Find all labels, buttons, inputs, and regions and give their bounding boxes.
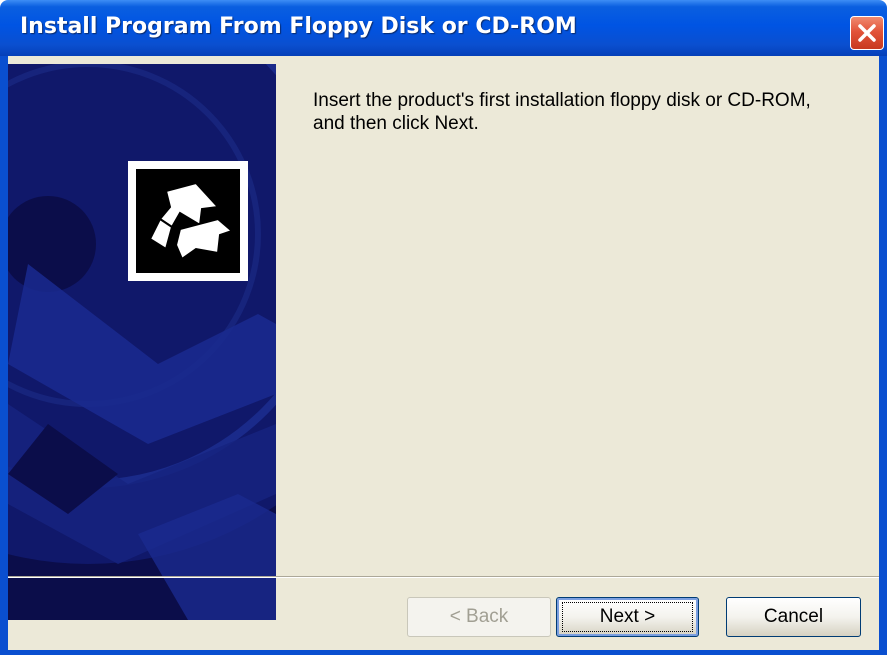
window-frame-left <box>0 56 8 655</box>
focus-ring <box>562 602 693 632</box>
install-logo <box>128 161 248 281</box>
close-button[interactable] <box>850 16 884 50</box>
instruction-text: Insert the product's first installation … <box>313 90 811 134</box>
install-program-dialog: Install Program From Floppy Disk or CD-R… <box>0 0 887 655</box>
install-arrow-icon <box>148 181 234 261</box>
wizard-banner <box>8 64 276 620</box>
cd-disc-graphic <box>8 64 276 620</box>
next-button[interactable]: Next > <box>556 597 699 637</box>
window-frame-bottom <box>0 650 887 655</box>
window-title: Install Program From Floppy Disk or CD-R… <box>20 14 577 39</box>
title-bar[interactable]: Install Program From Floppy Disk or CD-R… <box>0 0 887 56</box>
close-icon <box>858 24 876 42</box>
dialog-body: Insert the product's first installation … <box>8 56 879 650</box>
button-separator <box>8 576 879 578</box>
back-button[interactable]: < Back <box>407 597 551 637</box>
window-frame-right <box>879 56 887 655</box>
cancel-button[interactable]: Cancel <box>726 597 861 637</box>
